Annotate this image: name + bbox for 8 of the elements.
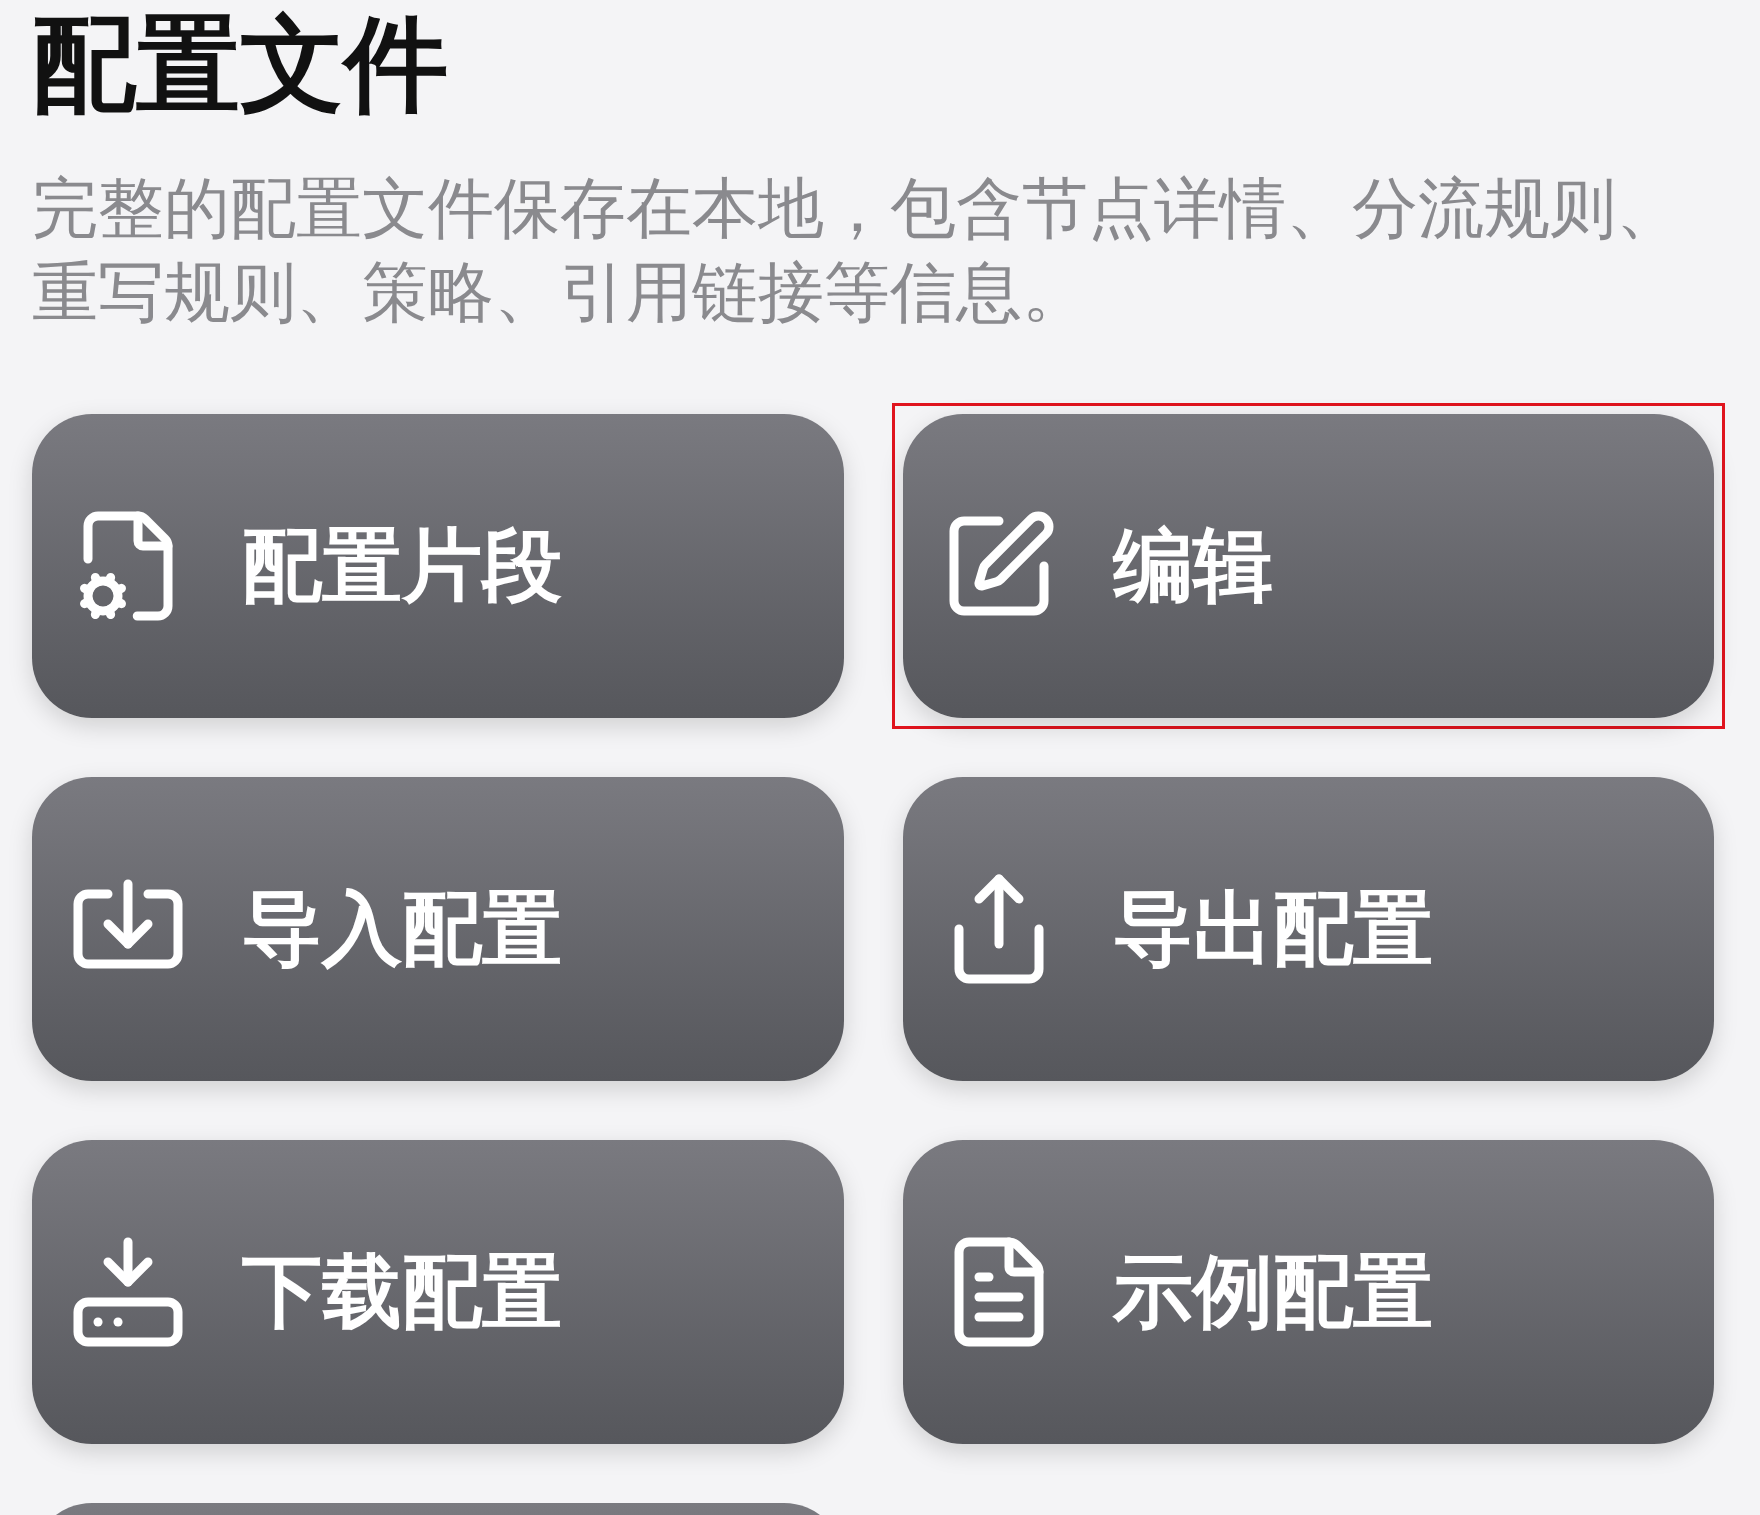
action-button[interactable]: 配置片段 xyxy=(32,414,844,718)
page-title: 配置文件 xyxy=(32,5,448,124)
action-button[interactable]: 示例配置 xyxy=(902,1140,1714,1444)
action-button[interactable]: 下载配置 xyxy=(32,1140,844,1444)
action-button[interactable]: 导入配置 xyxy=(32,777,844,1081)
action-button[interactable]: 导出配置 xyxy=(902,777,1714,1081)
description-text: 完整的配置文件保存在本地，包含节点详情、分流规则、重写规则、策略、引用链接等信息。 xyxy=(32,170,1683,331)
action-button[interactable]: 编辑 xyxy=(902,414,1714,718)
